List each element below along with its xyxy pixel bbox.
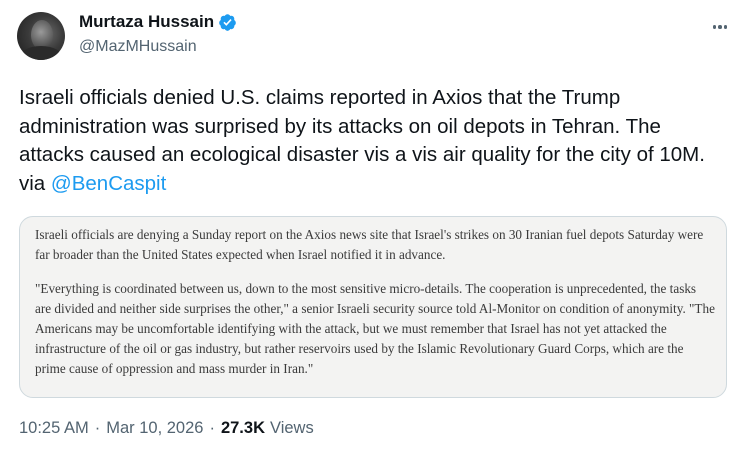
avatar-shoulders (19, 46, 63, 60)
tweet-date[interactable]: Mar 10, 2026 (106, 419, 203, 438)
verified-badge-icon[interactable] (218, 13, 237, 32)
attached-image[interactable]: Israeli officials are denying a Sunday r… (19, 216, 727, 398)
more-options-icon[interactable] (709, 16, 731, 38)
tweet-meta: 10:25 AM · Mar 10, 2026 · 27.3K Views (19, 419, 314, 438)
avatar[interactable] (17, 12, 65, 60)
meta-separator: · (94, 419, 101, 437)
tweet-text: Israeli officials denied U.S. claims rep… (19, 84, 724, 198)
tweet-time[interactable]: 10:25 AM (19, 419, 89, 438)
quote-paragraph-1: Israeli officials are denying a Sunday r… (35, 227, 704, 262)
dot (712, 25, 717, 29)
views-label[interactable]: Views (270, 419, 314, 438)
quote-paragraph-2: "Everything is coordinated between us, d… (35, 281, 715, 376)
author-name[interactable]: Murtaza Hussain (79, 12, 214, 32)
dot (718, 25, 722, 29)
views-count[interactable]: 27.3K (221, 419, 265, 438)
author-name-row[interactable]: Murtaza Hussain (79, 12, 237, 32)
author-handle[interactable]: @MazMHussain (79, 38, 197, 56)
tweet-card: Murtaza Hussain @MazMHussain Israeli off… (0, 0, 749, 450)
meta-separator: · (209, 419, 215, 437)
mention-link[interactable]: @BenCaspit (51, 172, 166, 195)
dot (723, 25, 728, 29)
